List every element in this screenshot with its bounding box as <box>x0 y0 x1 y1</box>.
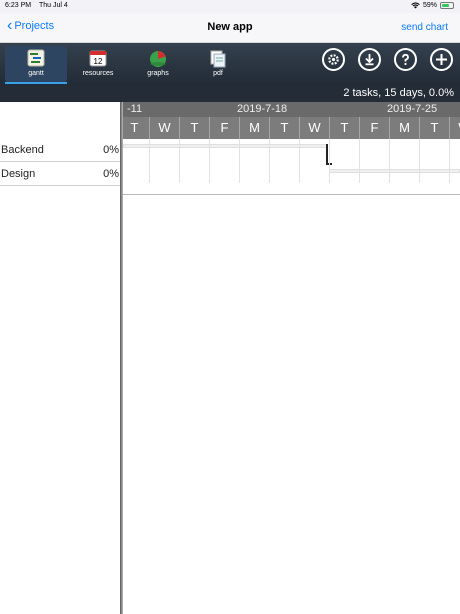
day-cell: M <box>240 117 270 139</box>
task-name: Design <box>1 168 36 180</box>
tab-gantt-label: gantt <box>28 70 44 77</box>
page-title: New app <box>207 21 253 33</box>
grid-column-line <box>329 139 330 183</box>
week-label: 2019-7-18 <box>237 103 288 115</box>
status-date: Thu Jul 4 <box>39 2 68 9</box>
grid-column-line <box>209 139 210 183</box>
day-cell: T <box>420 117 450 139</box>
tab-pdf-label: pdf <box>213 70 223 77</box>
back-button-label: Projects <box>14 20 55 32</box>
download-button[interactable] <box>358 48 381 71</box>
calendar-icon-text: 12 <box>94 57 103 66</box>
task-list: Backend 0% Design 0% <box>0 102 120 614</box>
week-label: -11 <box>127 103 143 115</box>
task-bar-design[interactable] <box>329 169 460 173</box>
timeline-week-header: -11 2019-7-18 2019-7-25 <box>123 102 460 117</box>
settings-icon <box>328 54 339 65</box>
calendar-icon: 12 <box>89 50 107 67</box>
chevron-left-icon: ‹ <box>7 17 13 34</box>
wifi-icon <box>411 2 420 9</box>
status-bar: 6:23 PM Thu Jul 4 59% <box>0 0 460 13</box>
download-icon <box>365 54 374 66</box>
status-right: 59% <box>411 2 454 9</box>
day-cell: F <box>360 117 390 139</box>
add-icon <box>436 54 447 65</box>
grid-column-line <box>389 139 390 183</box>
navigation-bar: ‹ Projects New app send chart <box>0 13 460 43</box>
battery-percent: 59% <box>422 2 437 9</box>
help-button[interactable] <box>394 48 417 71</box>
tab-graphs-label: graphs <box>147 70 169 77</box>
status-time: 6:23 PM <box>5 2 32 9</box>
task-progress: 0% <box>103 168 119 180</box>
task-progress: 0% <box>103 144 119 156</box>
task-row-design[interactable]: Design 0% <box>0 162 120 186</box>
grid-column-line <box>239 139 240 183</box>
day-cell: M <box>390 117 420 139</box>
task-name: Backend <box>1 144 44 156</box>
back-button[interactable]: ‹ Projects <box>7 17 55 34</box>
timeline-day-header: TWTFMTWTFMTW <box>123 117 460 139</box>
grid-column-line <box>359 139 360 183</box>
day-cell: T <box>270 117 300 139</box>
project-summary: 2 tasks, 15 days, 0.0% <box>343 87 454 99</box>
grid-column-line <box>419 139 420 183</box>
grid-column-line <box>299 139 300 183</box>
gantt-icon <box>27 49 45 67</box>
tab-resources[interactable]: 12 resources <box>67 46 129 82</box>
grid-divider <box>123 194 460 195</box>
tab-resources-label: resources <box>82 70 114 77</box>
grid-column-line <box>179 139 180 183</box>
day-cell: F <box>210 117 240 139</box>
day-cell: W <box>450 117 460 139</box>
day-cell: T <box>180 117 210 139</box>
dependency-line <box>326 144 328 164</box>
task-row-backend[interactable]: Backend 0% <box>0 138 120 162</box>
project-summary-bar: 2 tasks, 15 days, 0.0% <box>0 85 460 102</box>
grid-column-line <box>269 139 270 183</box>
pdf-icon <box>210 50 226 68</box>
day-cell: T <box>330 117 360 139</box>
tab-gantt[interactable]: gantt <box>5 46 67 84</box>
grid-column-line <box>149 139 150 183</box>
gantt-chart[interactable]: -11 2019-7-18 2019-7-25 TWTFMTWTFMTW <box>123 102 460 614</box>
tab-graphs[interactable]: graphs <box>127 46 189 82</box>
gantt-grid <box>123 139 460 193</box>
task-bar-backend[interactable] <box>123 144 327 148</box>
send-chart-button[interactable]: send chart <box>401 22 448 33</box>
day-cell: W <box>300 117 330 139</box>
pie-chart-icon <box>150 51 166 67</box>
help-icon <box>402 53 409 66</box>
tab-pdf[interactable]: pdf <box>187 46 249 82</box>
toolbar: gantt 12 resources graphs pdf <box>0 43 460 85</box>
settings-button[interactable] <box>322 48 345 71</box>
day-cell: W <box>150 117 180 139</box>
day-cell: T <box>123 117 150 139</box>
battery-icon <box>440 2 454 9</box>
grid-column-line <box>449 139 450 183</box>
add-button[interactable] <box>430 48 453 71</box>
week-label: 2019-7-25 <box>387 103 438 115</box>
